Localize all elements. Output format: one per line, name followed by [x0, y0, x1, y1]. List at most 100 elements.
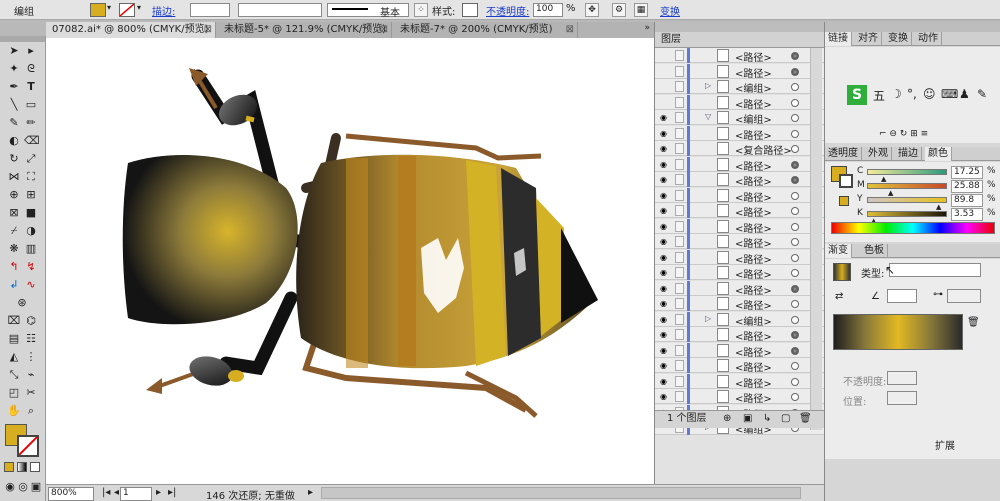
grid-icon[interactable]: ⋮: [24, 350, 38, 364]
visibility-eye-icon[interactable]: ◉: [660, 392, 670, 401]
visibility-eye-icon[interactable]: ◉: [660, 284, 670, 293]
mesh-tool-icon[interactable]: ⊠: [7, 206, 21, 220]
layer-row[interactable]: ◉ <路径>: [655, 172, 825, 188]
tab-transparency[interactable]: 透明度: [825, 147, 862, 161]
target-circle-icon[interactable]: [791, 222, 799, 231]
lock-toggle[interactable]: [675, 158, 684, 170]
prev-artboard-icon[interactable]: ◂: [114, 487, 119, 498]
layer-row[interactable]: ◉ <路径>: [655, 327, 825, 343]
target-circle-icon[interactable]: [791, 238, 799, 246]
trash-icon[interactable]: 🗑: [799, 411, 812, 427]
channel-value-input[interactable]: 17.25: [951, 166, 983, 179]
target-circle-icon[interactable]: [791, 253, 799, 262]
stroke-swatch-none-icon[interactable]: [119, 3, 135, 17]
tabs-overflow-icon[interactable]: »: [644, 23, 650, 33]
stop-location-input[interactable]: [887, 391, 917, 405]
ime-logo-icon[interactable]: S: [847, 85, 867, 105]
chart-icon[interactable]: ☷: [24, 332, 38, 346]
visibility-eye-icon[interactable]: ◉: [660, 253, 670, 262]
lock-toggle[interactable]: [675, 174, 684, 185]
free-transform-icon[interactable]: ⛶: [24, 170, 38, 184]
symbol-sprayer-icon[interactable]: ❋: [7, 242, 21, 256]
channel-slider[interactable]: ▲: [867, 197, 947, 211]
tab-align[interactable]: 对齐: [855, 32, 882, 46]
layer-name[interactable]: <路径>: [735, 297, 772, 312]
tab-transform[interactable]: 变换: [885, 32, 912, 46]
opacity-link[interactable]: 不透明度:: [486, 3, 529, 18]
lock-toggle[interactable]: [675, 65, 684, 77]
channel-value-input[interactable]: 3.53: [951, 208, 983, 221]
layer-name[interactable]: <路径>: [735, 220, 772, 235]
expand-arrow-icon[interactable]: ▷: [705, 81, 711, 90]
layer-row[interactable]: ◉ <路径>: [655, 156, 825, 173]
layer-row[interactable]: ◉ <路径>: [655, 389, 825, 405]
layer-row[interactable]: <路径>: [655, 94, 825, 111]
area-graph-icon[interactable]: ◭: [7, 350, 21, 364]
visibility-eye-icon[interactable]: ◉: [660, 144, 670, 153]
out-of-gamut-swatch[interactable]: [839, 196, 849, 206]
target-circle-icon[interactable]: [791, 52, 799, 60]
visibility-eye-icon[interactable]: [660, 82, 670, 91]
column-graph-icon[interactable]: ▤: [7, 332, 21, 346]
direct-selection-icon[interactable]: ▸: [24, 44, 38, 58]
tab-appearance[interactable]: 外观: [865, 147, 892, 161]
lock-toggle[interactable]: [675, 267, 684, 278]
transform-link[interactable]: 变换: [660, 3, 680, 18]
brush-dropdown[interactable]: 基本: [327, 3, 409, 19]
zoom-tool-icon[interactable]: ⌕: [24, 404, 38, 418]
layer-name[interactable]: <编组>: [735, 80, 772, 95]
layer-row[interactable]: ◉ <路径>: [655, 296, 825, 312]
gradient-slider-bar[interactable]: [833, 314, 963, 350]
expand-arrow-icon[interactable]: ▽: [705, 112, 711, 121]
layers-scrollbar[interactable]: [810, 48, 822, 430]
layer-row[interactable]: ▷ <编组>: [655, 79, 825, 95]
fill-dropdown-icon[interactable]: ▾: [107, 3, 111, 12]
lock-toggle[interactable]: [675, 50, 684, 61]
layers-panel-header[interactable]: [655, 22, 824, 32]
lock-toggle[interactable]: [675, 205, 684, 216]
links-footer-icons[interactable]: ⌐ ⊖ ↻ ⊞ ≡: [879, 129, 928, 139]
close-icon[interactable]: ⊠: [204, 22, 212, 37]
visibility-eye-icon[interactable]: ◉: [660, 191, 670, 200]
lock-toggle[interactable]: [675, 375, 684, 387]
target-circle-icon[interactable]: [791, 98, 799, 107]
none-mode-icon[interactable]: [30, 462, 40, 472]
layer-name[interactable]: <路径>: [735, 173, 772, 188]
visibility-eye-icon[interactable]: [660, 98, 670, 107]
ime-skin-icon[interactable]: ♟: [959, 87, 970, 101]
tab-links[interactable]: 链接: [825, 32, 852, 46]
visibility-eye-icon[interactable]: ◉: [660, 160, 670, 169]
layer-row[interactable]: ◉ ▽ <编组>: [655, 110, 825, 126]
lock-toggle[interactable]: [675, 282, 684, 294]
lock-toggle[interactable]: [675, 251, 684, 263]
visibility-eye-icon[interactable]: ◉: [660, 113, 670, 122]
ime-keyboard-icon[interactable]: ⌨: [941, 87, 958, 101]
warp-icon[interactable]: ↯: [24, 260, 38, 274]
locate-object-icon[interactable]: ⊕: [723, 411, 731, 427]
lock-toggle[interactable]: [675, 298, 684, 309]
layer-name[interactable]: <路径>: [735, 375, 772, 390]
pen-tool-icon[interactable]: ✒: [7, 80, 21, 94]
artboard-tool-icon[interactable]: ⌧: [7, 314, 21, 328]
artboard-canvas[interactable]: [46, 38, 654, 484]
line-tool-icon[interactable]: ╲: [7, 98, 21, 112]
layer-row[interactable]: ◉ <路径>: [655, 187, 825, 204]
horizontal-scrollbar[interactable]: [321, 487, 801, 499]
layer-name[interactable]: <路径>: [735, 344, 772, 359]
graphic-style-swatch[interactable]: [462, 3, 478, 17]
new-sublayer-icon[interactable]: ↳: [763, 411, 771, 427]
rectangle-tool-icon[interactable]: ▭: [24, 98, 38, 112]
perspective-grid-icon[interactable]: ⊞: [24, 188, 38, 202]
brush-tool-icon[interactable]: ✎: [7, 116, 21, 130]
slider-thumb-icon[interactable]: ▲: [936, 203, 941, 211]
tab-gradient[interactable]: 渐变: [825, 244, 852, 258]
tab-color[interactable]: 颜色: [925, 147, 952, 161]
selection-tool-icon[interactable]: ➤: [7, 44, 21, 58]
knife-icon[interactable]: ⌁: [24, 368, 38, 382]
settings-icon[interactable]: ⚙: [612, 3, 626, 17]
lock-toggle[interactable]: [675, 81, 684, 92]
next-artboard-icon[interactable]: ▸: [156, 487, 161, 498]
layer-row[interactable]: <路径>: [655, 48, 825, 64]
toolbox-grip[interactable]: [0, 36, 45, 42]
lock-toggle[interactable]: [675, 127, 684, 139]
